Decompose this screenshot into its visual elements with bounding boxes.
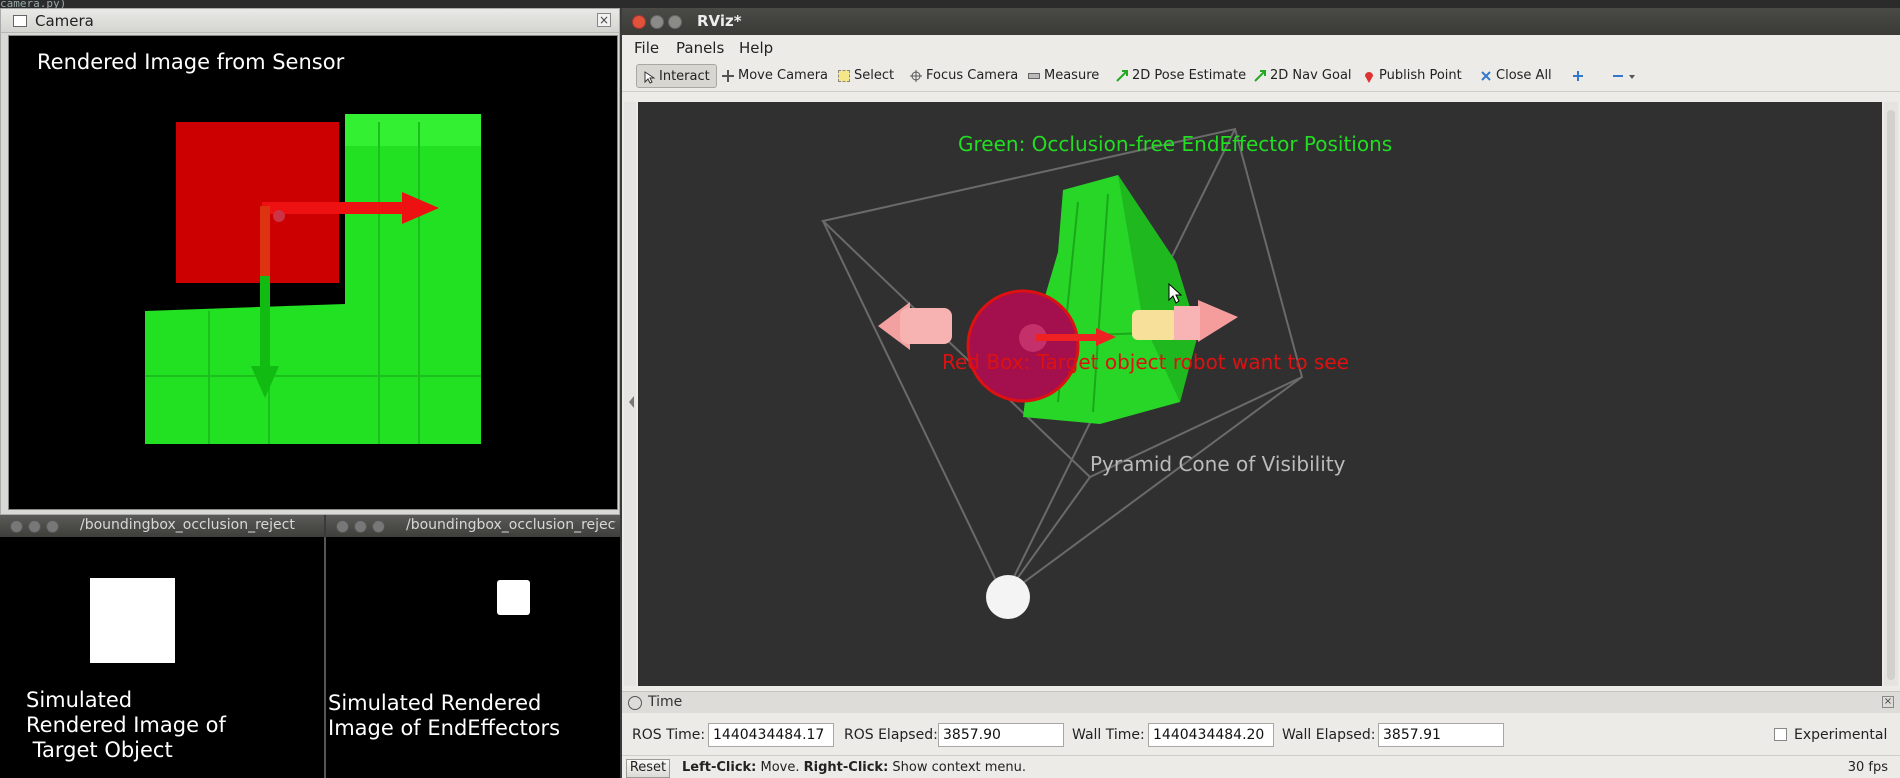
endeffector-mask [497,580,530,615]
right-dock-splitter[interactable] [1884,102,1898,686]
chevron-down-icon [1628,70,1640,82]
bbox-window-target-title: /boundingbox_occlusion_reject [80,517,295,533]
maximize-icon[interactable] [668,15,682,29]
experimental-label: Experimental [1794,727,1888,743]
left-dock-splitter[interactable] [624,102,636,686]
tool-close-all[interactable]: Close All [1474,64,1558,88]
remove-tool-button[interactable] [1606,64,1646,88]
wall-time-label: Wall Time: [1072,727,1145,743]
reset-button[interactable]: Reset [626,759,670,778]
experimental-checkbox[interactable] [1774,728,1787,741]
camera-render [145,114,481,444]
endeffector-marker-left [878,302,952,350]
select-box-icon [838,70,850,82]
tool-publish-point[interactable]: Publish Point [1357,64,1468,88]
red-legend-label: Red Box: Target object robot want to see [942,350,1349,374]
menu-panels[interactable]: Panels [676,39,724,57]
close-icon[interactable]: × [1882,696,1894,708]
clock-icon [628,696,642,710]
bbox-window-endeffector-title: /boundingbox_occlusion_reject [406,517,616,533]
tool-focus-camera[interactable]: Focus Camera [904,64,1024,88]
time-panel-header: Time × [622,691,1900,713]
crosshair-icon [910,70,922,82]
scrollbar[interactable] [1887,110,1895,680]
cone-legend-label: Pyramid Cone of Visibility [1090,452,1346,476]
tool-interact[interactable]: Interact [636,64,717,88]
tool-select[interactable]: Select [832,64,900,88]
minimize-icon[interactable] [28,520,41,533]
tool-move-camera[interactable]: Move Camera [716,64,834,88]
bbox-window-target-titlebar[interactable]: /boundingbox_occlusion_reject [0,515,324,537]
green-arrow-icon [1116,70,1128,82]
fps-readout: 30 fps [1847,760,1888,775]
red-axis-arrow [1036,334,1096,341]
menu-bar: File Panels Help [622,35,1900,60]
map-pin-icon [1363,70,1375,83]
status-bar: Reset Left-Click: Move. Right-Click: Sho… [622,755,1900,778]
minimize-icon[interactable] [354,520,367,533]
camera-window: Camera × Rendered Image from Sensor [0,8,620,515]
minus-icon [1612,70,1624,82]
camera-window-title: Camera [35,12,94,30]
tool-measure[interactable]: Measure [1022,64,1105,88]
camera-titlebar[interactable]: Camera × [1,9,619,33]
ros-elapsed-field[interactable]: 3857.90 [938,723,1064,747]
terminal-text: camera.py) [0,0,67,8]
green-arrow-icon [1254,70,1266,82]
time-panel-row: ROS Time: 1440434484.17 ROS Elapsed: 385… [622,713,1900,753]
move-camera-icon [722,70,734,82]
ros-time-field[interactable]: 1440434484.17 [708,723,834,747]
close-icon[interactable]: × [597,13,611,27]
minimize-icon[interactable] [650,15,664,29]
wall-elapsed-field[interactable]: 3857.91 [1378,723,1504,747]
wall-time-field[interactable]: 1440434484.20 [1148,723,1274,747]
background-terminal-strip: camera.py) [0,0,1900,8]
camera-image-view: Rendered Image from Sensor [8,35,618,510]
ruler-icon [1028,73,1040,79]
tool-bar: Interact Move Camera Select Focus Camera… [622,60,1900,92]
bbox-window-endeffector-titlebar[interactable]: /boundingbox_occlusion_reject [326,515,620,537]
window-icon [13,15,27,27]
cursor-icon [643,71,656,84]
bbox-window-endeffector: /boundingbox_occlusion_reject Simulated … [326,515,620,778]
time-panel-title: Time [648,694,683,710]
menu-help[interactable]: Help [739,39,773,57]
ros-time-label: ROS Time: [632,727,706,743]
maximize-icon[interactable] [46,520,59,533]
rviz-titlebar[interactable]: RViz* [622,8,1900,35]
close-icon[interactable] [336,520,349,533]
camera-origin-sphere [986,575,1030,619]
plus-icon [1572,70,1584,82]
close-icon[interactable] [10,520,23,533]
status-hint: Left-Click: Move. Right-Click: Show cont… [682,760,1027,775]
close-all-icon [1480,70,1492,82]
close-icon[interactable] [632,15,646,29]
bbox-window-target-caption: Simulated Rendered Image of Target Objec… [26,688,226,762]
target-object-mask [90,578,175,663]
menu-file[interactable]: File [634,39,659,57]
rviz-window-title: RViz* [697,12,742,30]
maximize-icon[interactable] [372,520,385,533]
camera-overlay-label: Rendered Image from Sensor [37,50,345,74]
bbox-window-target: /boundingbox_occlusion_reject Simulated … [0,515,324,778]
ros-elapsed-label: ROS Elapsed: [844,727,938,743]
green-legend-label: Green: Occlusion-free EndEffector Positi… [958,132,1393,156]
rviz-window: RViz* File Panels Help Interact Move Cam… [622,8,1900,778]
wall-elapsed-label: Wall Elapsed: [1282,727,1376,743]
add-tool-button[interactable] [1566,64,1590,88]
bbox-window-endeffector-caption: Simulated Rendered Image of EndEffectors [328,691,561,740]
tool-2d-pose-estimate[interactable]: 2D Pose Estimate [1110,64,1252,88]
scene-render [820,127,1304,619]
tool-2d-nav-goal[interactable]: 2D Nav Goal [1248,64,1358,88]
green-axis-arrow [260,276,270,366]
3d-viewport[interactable]: Green: Occlusion-free EndEffector Positi… [638,102,1882,686]
